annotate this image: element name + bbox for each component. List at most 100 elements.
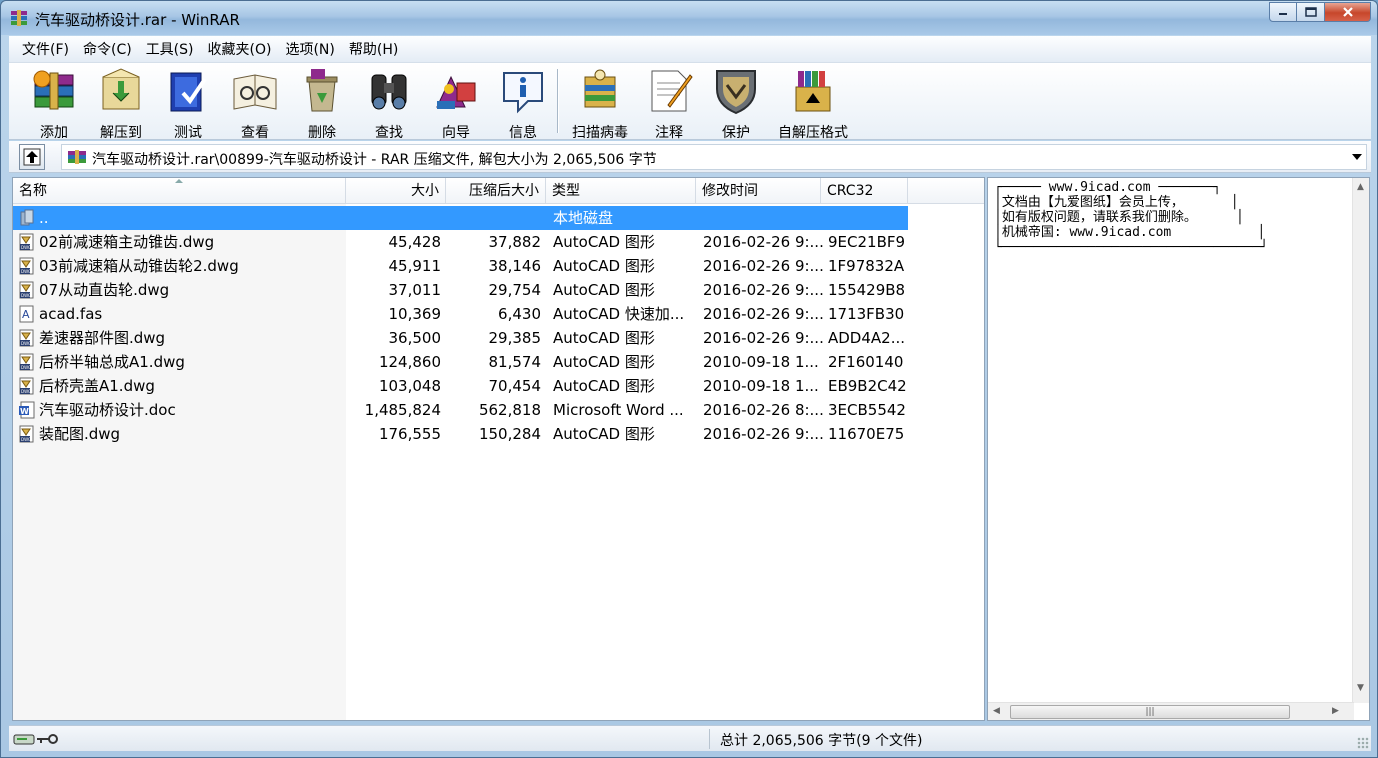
up-folder-button[interactable] <box>19 144 45 170</box>
title-bar[interactable]: 汽车驱动桥设计.rar - WinRAR <box>1 1 1377 35</box>
svg-text:W: W <box>20 407 29 416</box>
file-row[interactable]: DWG 后桥半轴总成A1.dwg 124,860 81,574 AutoCAD 图形 20… <box>13 350 908 374</box>
drive-icon[interactable] <box>13 734 35 745</box>
file-packed-size: 37,882 <box>488 233 542 251</box>
column-header-modified[interactable]: 修改时间 <box>696 178 821 204</box>
dwg-file-icon: DWG <box>19 425 34 443</box>
toolbar: 添加 解压到 测试 查看 删除 查找 向导 信息 扫描病毒 注释 保护 自解压格… <box>9 62 1371 141</box>
protect-button[interactable]: 保护 <box>703 65 769 141</box>
file-size: 37,011 <box>388 281 442 299</box>
maximize-button[interactable] <box>1297 2 1325 22</box>
file-row[interactable]: DWG 02前减速箱主动锥齿.dwg 45,428 37,882 AutoCAD 图形 2… <box>13 230 908 254</box>
scroll-right-icon[interactable]: ▶ <box>1332 706 1339 716</box>
toolbar-separator <box>557 69 559 133</box>
menu-file[interactable]: 文件(F) <box>15 39 76 59</box>
sfx-icon <box>795 71 831 112</box>
file-size: 10,369 <box>388 305 442 323</box>
file-list[interactable]: 名称 大小 压缩后大小 类型 修改时间 CRC32 .. 本地磁盘 DWG 02前减速… <box>12 177 985 721</box>
file-crc: EB9B2C42 <box>828 377 907 395</box>
find-label: 查找 <box>375 125 403 141</box>
svg-text:A: A <box>22 308 30 321</box>
wizard-label: 向导 <box>442 125 470 141</box>
file-row[interactable]: W 汽车驱动桥设计.doc 1,485,824 562,818 Microsoft Wo… <box>13 398 908 422</box>
close-button[interactable] <box>1325 2 1371 22</box>
file-name: 装配图.dwg <box>39 425 121 443</box>
file-size: 45,911 <box>388 257 442 275</box>
sfx-button[interactable]: 自解压格式 <box>770 65 856 141</box>
dwg-file-icon: DWG <box>19 233 34 251</box>
file-packed-size: 38,146 <box>488 257 542 275</box>
word-doc-icon: W <box>19 401 35 419</box>
view-button[interactable]: 查看 <box>222 65 288 141</box>
file-row[interactable]: DWG 03前减速箱从动锥齿轮2.dwg 45,911 38,146 AutoCAD 图… <box>13 254 908 278</box>
file-packed-size: 29,385 <box>488 329 542 347</box>
scroll-thumb[interactable]: ||| <box>1010 705 1290 719</box>
extract-to-icon <box>102 68 140 110</box>
key-icon[interactable] <box>37 734 58 744</box>
comment-button[interactable]: 注释 <box>636 65 702 141</box>
file-type: AutoCAD 图形 <box>553 233 655 251</box>
info-label: 信息 <box>509 125 537 141</box>
menu-bar: 文件(F) 命令(C) 工具(S) 收藏夹(O) 选项(N) 帮助(H) <box>9 36 1371 62</box>
file-list-header: 名称 大小 压缩后大小 类型 修改时间 CRC32 <box>13 178 984 204</box>
menu-commands[interactable]: 命令(C) <box>76 39 139 59</box>
dwg-file-icon: DWG <box>19 257 34 275</box>
menu-favorites[interactable]: 收藏夹(O) <box>201 39 279 59</box>
file-packed-size: 81,574 <box>488 353 542 371</box>
file-row[interactable]: .. 本地磁盘 <box>13 206 908 230</box>
resize-grip[interactable] <box>1357 737 1369 749</box>
test-button[interactable]: 测试 <box>155 65 221 141</box>
maximize-icon <box>1304 7 1317 17</box>
file-crc: ADD4A2... <box>828 329 906 347</box>
file-packed-size: 562,818 <box>478 401 541 419</box>
add-button[interactable]: 添加 <box>21 65 87 141</box>
column-header-type[interactable]: 类型 <box>546 178 696 204</box>
add-archive-icon <box>33 70 74 110</box>
column-header-packed[interactable]: 压缩后大小 <box>446 178 546 204</box>
file-type: AutoCAD 图形 <box>553 257 655 275</box>
comment-pane[interactable]: ┌───── www.9icad.com ───────┐ │文档由【九爱图纸】… <box>987 177 1370 721</box>
file-type: AutoCAD 图形 <box>553 353 655 371</box>
file-row[interactable]: Aacad.fas 10,369 6,430 AutoCAD 快速加... 2016-0… <box>13 302 908 326</box>
scroll-down-icon[interactable]: ▼ <box>1357 683 1364 693</box>
comment-vertical-scrollbar[interactable]: ▲ ▼ <box>1352 178 1369 703</box>
archive-comment: ┌───── www.9icad.com ───────┐ │文档由【九爱图纸】… <box>994 180 1268 255</box>
test-icon <box>170 72 207 112</box>
status-divider <box>709 729 710 749</box>
file-type: AutoCAD 图形 <box>553 281 655 299</box>
file-row[interactable]: DWG 装配图.dwg 176,555 150,284 AutoCAD 图形 2016-0… <box>13 422 908 446</box>
sfx-label: 自解压格式 <box>778 125 848 141</box>
file-crc: 3ECB5542 <box>828 401 906 419</box>
find-button[interactable]: 查找 <box>356 65 422 141</box>
menu-tools[interactable]: 工具(S) <box>139 39 201 59</box>
chevron-down-icon[interactable] <box>1352 154 1362 160</box>
menu-options[interactable]: 选项(N) <box>278 39 341 59</box>
file-modified: 2016-02-26 8:... <box>703 401 823 419</box>
minimize-button[interactable] <box>1269 2 1297 22</box>
menu-help[interactable]: 帮助(H) <box>342 39 405 59</box>
find-binoculars-icon <box>371 74 407 110</box>
svg-text:DWG: DWG <box>21 245 31 250</box>
delete-button[interactable]: 删除 <box>289 65 355 141</box>
address-field[interactable]: 汽车驱动桥设计.rar\00899-汽车驱动桥设计 - RAR 压缩文件, 解包… <box>61 144 1367 170</box>
status-bar: 总计 2,065,506 字节(9 个文件) <box>9 725 1371 751</box>
drive-key-icons <box>13 734 58 745</box>
file-modified: 2016-02-26 9:... <box>703 233 823 251</box>
wizard-button[interactable]: 向导 <box>423 65 489 141</box>
file-size: 176,555 <box>378 425 441 443</box>
file-row[interactable]: DWG 差速器部件图.dwg 36,500 29,385 AutoCAD 图形 2016-… <box>13 326 908 350</box>
address-path: 汽车驱动桥设计.rar\00899-汽车驱动桥设计 - RAR 压缩文件, 解包… <box>92 152 657 168</box>
wizard-icon <box>436 75 476 109</box>
column-header-size[interactable]: 大小 <box>346 178 446 204</box>
file-row[interactable]: DWG 后桥壳盖A1.dwg 103,048 70,454 AutoCAD 图形 2010… <box>13 374 908 398</box>
dwg-file-icon: DWG <box>19 377 34 395</box>
extract-to-button[interactable]: 解压到 <box>88 65 154 141</box>
file-name: 后桥半轴总成A1.dwg <box>39 353 185 371</box>
scroll-left-icon[interactable]: ◀ <box>993 706 1000 716</box>
file-row[interactable]: DWG 07从动直齿轮.dwg 37,011 29,754 AutoCAD 图形 2016… <box>13 278 908 302</box>
comment-horizontal-scrollbar[interactable]: ◀ ||| ▶ <box>988 702 1354 720</box>
scroll-up-icon[interactable]: ▲ <box>1357 182 1364 192</box>
scan-virus-button[interactable]: 扫描病毒 <box>565 65 635 141</box>
column-header-crc[interactable]: CRC32 <box>821 178 908 204</box>
info-button[interactable]: 信息 <box>490 65 556 141</box>
